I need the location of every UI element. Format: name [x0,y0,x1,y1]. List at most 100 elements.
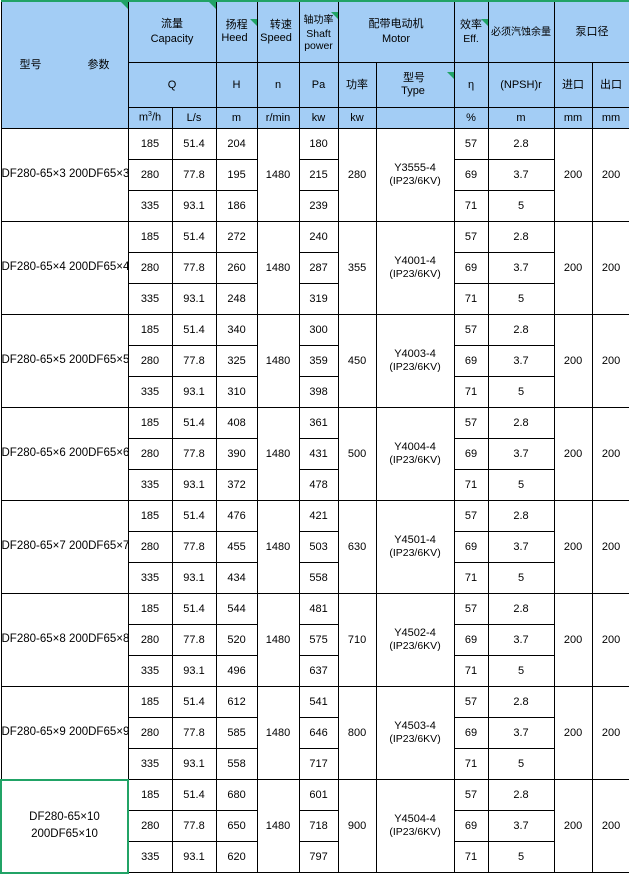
cell-capacity-m3h[interactable]: 185 [127,686,173,718]
cell-capacity-m3h[interactable]: 185 [127,593,173,625]
cell-npshr[interactable]: 3.7 [487,717,555,749]
cell-npshr[interactable]: 3.7 [487,345,555,377]
cell-shaft-power[interactable]: 575 [298,624,339,656]
cell-motor-type[interactable]: Y4504-4 (IP23/6KV) [375,779,455,873]
cell-capacity-m3h[interactable]: 335 [127,376,173,408]
cell-capacity-ls[interactable]: 93.1 [171,469,217,501]
cell-outlet[interactable]: 200 [591,128,629,222]
cell-head[interactable]: 248 [215,283,258,315]
cell-shaft-power[interactable]: 421 [298,500,339,532]
cell-head[interactable]: 272 [215,221,258,253]
cell-speed[interactable]: 1480 [256,407,300,501]
cell-efficiency[interactable]: 69 [453,624,489,656]
cell-efficiency[interactable]: 57 [453,686,489,718]
cell-model[interactable]: DF280-65×7 200DF65×7 [0,500,129,594]
cell-speed[interactable]: 1480 [256,779,300,873]
cell-capacity-ls[interactable]: 93.1 [171,376,217,408]
cell-capacity-m3h[interactable]: 280 [127,810,173,842]
cell-shaft-power[interactable]: 431 [298,438,339,470]
cell-capacity-ls[interactable]: 51.4 [171,686,217,718]
cell-capacity-ls[interactable]: 77.8 [171,159,217,191]
cell-shaft-power[interactable]: 558 [298,562,339,594]
cell-efficiency[interactable]: 69 [453,531,489,563]
cell-efficiency[interactable]: 69 [453,717,489,749]
cell-model[interactable]: DF280-65×8 200DF65×8 [0,593,129,687]
cell-head[interactable]: 186 [215,190,258,222]
cell-inlet[interactable]: 200 [553,686,593,780]
cell-model[interactable]: DF280-65×4 200DF65×4 [0,221,129,315]
cell-capacity-ls[interactable]: 93.1 [171,283,217,315]
cell-npshr[interactable]: 2.8 [487,779,555,811]
cell-shaft-power[interactable]: 300 [298,314,339,346]
cell-shaft-power[interactable]: 601 [298,779,339,811]
cell-capacity-ls[interactable]: 77.8 [171,810,217,842]
cell-capacity-m3h[interactable]: 185 [127,128,173,160]
cell-inlet[interactable]: 200 [553,500,593,594]
cell-capacity-m3h[interactable]: 335 [127,469,173,501]
cell-head[interactable]: 260 [215,252,258,284]
cell-model[interactable]: DF280-65×10 200DF65×10 [0,778,129,874]
cell-shaft-power[interactable]: 503 [298,531,339,563]
cell-capacity-ls[interactable]: 77.8 [171,624,217,656]
cell-shaft-power[interactable]: 180 [298,128,339,160]
cell-capacity-ls[interactable]: 93.1 [171,655,217,687]
cell-capacity-m3h[interactable]: 335 [127,562,173,594]
cell-speed[interactable]: 1480 [256,686,300,780]
cell-efficiency[interactable]: 69 [453,438,489,470]
cell-capacity-ls[interactable]: 77.8 [171,252,217,284]
cell-efficiency[interactable]: 71 [453,469,489,501]
cell-capacity-ls[interactable]: 51.4 [171,593,217,625]
cell-shaft-power[interactable]: 319 [298,283,339,315]
cell-motor-type[interactable]: Y3555-4 (IP23/6KV) [375,128,455,222]
cell-head[interactable]: 408 [215,407,258,439]
cell-inlet[interactable]: 200 [553,593,593,687]
cell-efficiency[interactable]: 57 [453,314,489,346]
cell-capacity-m3h[interactable]: 280 [127,624,173,656]
cell-npshr[interactable]: 5 [487,655,555,687]
cell-npshr[interactable]: 2.8 [487,686,555,718]
cell-npshr[interactable]: 5 [487,376,555,408]
cell-capacity-m3h[interactable]: 280 [127,159,173,191]
cell-motor-power[interactable]: 900 [337,779,377,873]
cell-head[interactable]: 544 [215,593,258,625]
cell-shaft-power[interactable]: 541 [298,686,339,718]
cell-shaft-power[interactable]: 287 [298,252,339,284]
cell-shaft-power[interactable]: 240 [298,221,339,253]
cell-capacity-m3h[interactable]: 335 [127,283,173,315]
cell-capacity-ls[interactable]: 77.8 [171,345,217,377]
cell-shaft-power[interactable]: 717 [298,748,339,780]
cell-head[interactable]: 390 [215,438,258,470]
cell-shaft-power[interactable]: 481 [298,593,339,625]
cell-outlet[interactable]: 200 [591,500,629,594]
cell-capacity-m3h[interactable]: 280 [127,531,173,563]
cell-capacity-m3h[interactable]: 335 [127,655,173,687]
cell-outlet[interactable]: 200 [591,221,629,315]
cell-efficiency[interactable]: 57 [453,500,489,532]
cell-head[interactable]: 310 [215,376,258,408]
cell-npshr[interactable]: 5 [487,841,555,873]
cell-motor-power[interactable]: 710 [337,593,377,687]
cell-head[interactable]: 372 [215,469,258,501]
cell-head[interactable]: 680 [215,779,258,811]
cell-outlet[interactable]: 200 [591,779,629,873]
cell-capacity-m3h[interactable]: 280 [127,345,173,377]
cell-capacity-m3h[interactable]: 185 [127,221,173,253]
cell-motor-type[interactable]: Y4003-4 (IP23/6KV) [375,314,455,408]
cell-efficiency[interactable]: 71 [453,841,489,873]
cell-efficiency[interactable]: 57 [453,128,489,160]
cell-npshr[interactable]: 2.8 [487,500,555,532]
cell-head[interactable]: 612 [215,686,258,718]
cell-head[interactable]: 340 [215,314,258,346]
cell-capacity-ls[interactable]: 51.4 [171,221,217,253]
cell-inlet[interactable]: 200 [553,314,593,408]
cell-motor-type[interactable]: Y4502-4 (IP23/6KV) [375,593,455,687]
cell-capacity-m3h[interactable]: 335 [127,841,173,873]
cell-capacity-m3h[interactable]: 185 [127,500,173,532]
cell-outlet[interactable]: 200 [591,407,629,501]
cell-inlet[interactable]: 200 [553,779,593,873]
cell-head[interactable]: 434 [215,562,258,594]
cell-npshr[interactable]: 2.8 [487,128,555,160]
cell-model[interactable]: DF280-65×5 200DF65×5 [0,314,129,408]
cell-speed[interactable]: 1480 [256,314,300,408]
cell-head[interactable]: 558 [215,748,258,780]
